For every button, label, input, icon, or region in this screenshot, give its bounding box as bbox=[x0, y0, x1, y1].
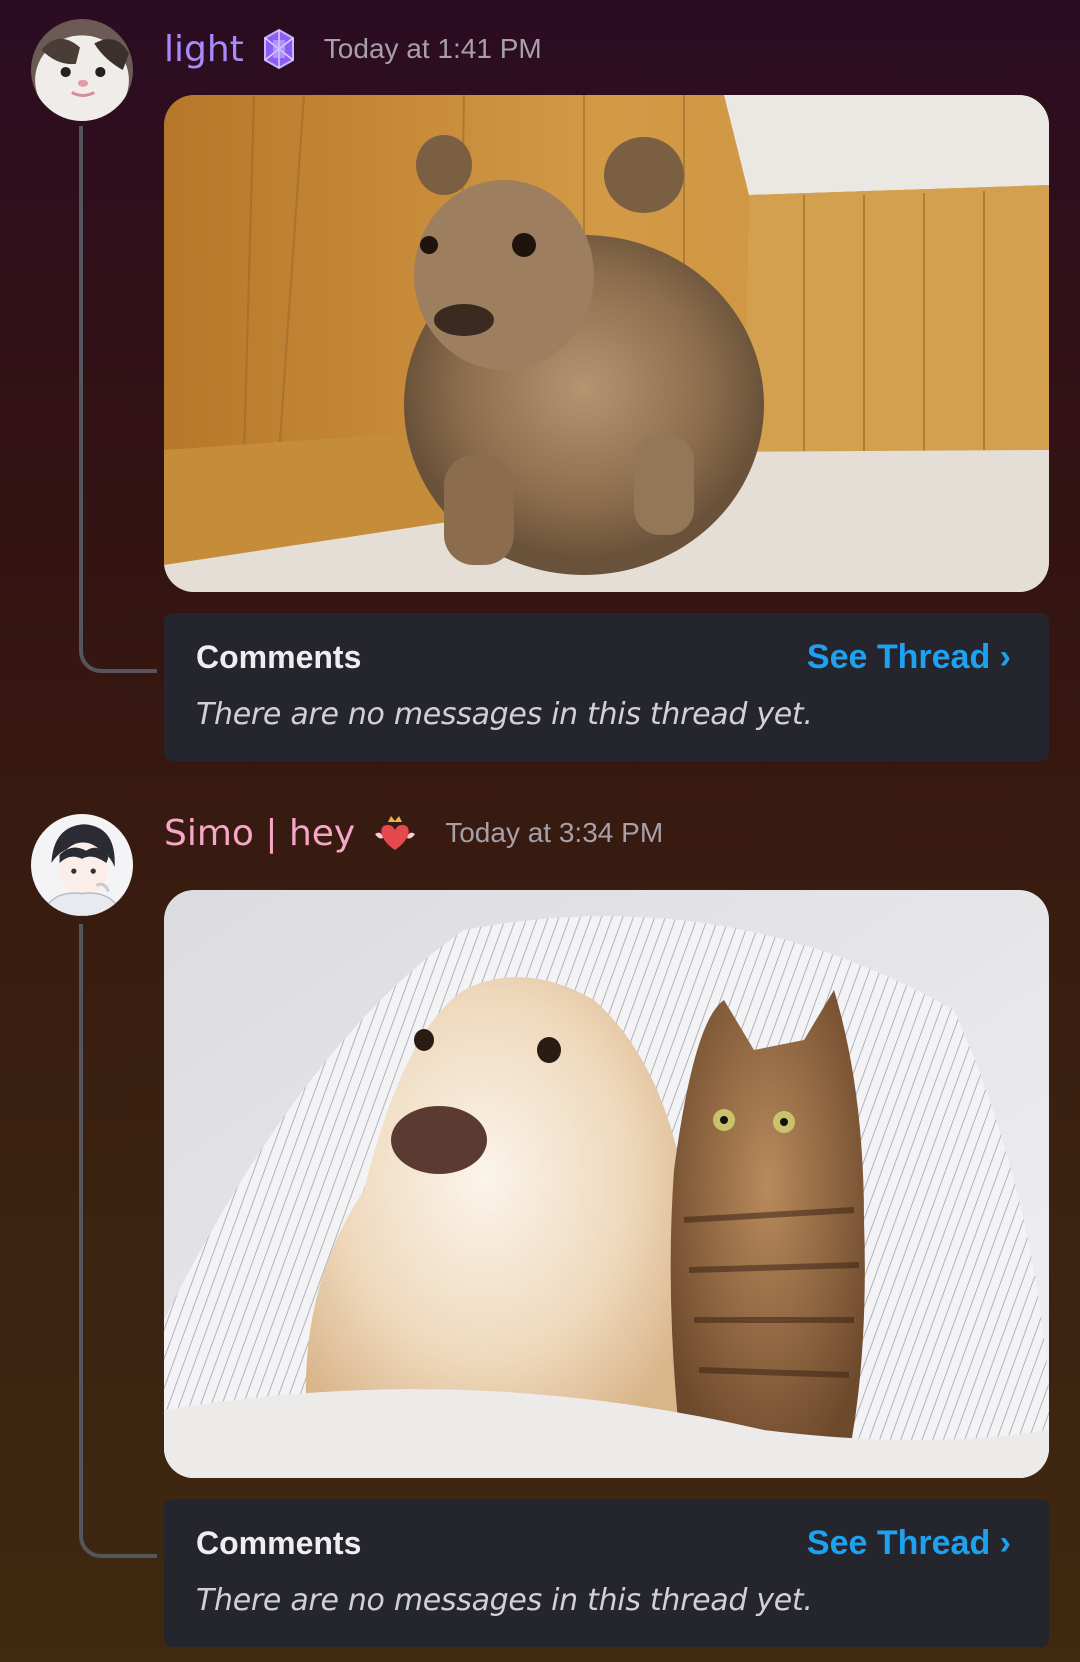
avatar[interactable] bbox=[31, 814, 133, 916]
thread-connector-line bbox=[79, 924, 157, 1558]
purple-gem-icon bbox=[262, 28, 296, 70]
comments-title: Comments bbox=[196, 639, 362, 675]
message-simo: Simo | hey Today at 3:34 PM Comments See… bbox=[0, 790, 1080, 1662]
crowned-heart-icon bbox=[373, 812, 417, 854]
username[interactable]: light bbox=[164, 29, 244, 70]
empty-thread-text: There are no messages in this thread yet… bbox=[196, 1583, 813, 1618]
message-header: light Today at 1:41 PM bbox=[164, 24, 542, 74]
see-thread-link[interactable]: See Thread › bbox=[807, 638, 1011, 677]
timestamp: Today at 1:41 PM bbox=[323, 33, 542, 64]
see-thread-link[interactable]: See Thread › bbox=[807, 1524, 1011, 1563]
dog-and-cat-under-blanket-photo[interactable] bbox=[164, 890, 1049, 1478]
timestamp: Today at 3:34 PM bbox=[445, 817, 664, 848]
message-header: Simo | hey Today at 3:34 PM bbox=[164, 806, 663, 860]
message-light: light Today at 1:41 PM Comments See Thre… bbox=[0, 0, 1080, 780]
avatar[interactable] bbox=[31, 19, 133, 121]
comments-card: Comments See Thread › There are no messa… bbox=[164, 1499, 1049, 1647]
empty-thread-text: There are no messages in this thread yet… bbox=[196, 697, 813, 732]
comments-card: Comments See Thread › There are no messa… bbox=[164, 613, 1049, 761]
lion-cub-photo[interactable] bbox=[164, 95, 1049, 592]
username[interactable]: Simo | hey bbox=[164, 813, 355, 854]
thread-connector-line bbox=[79, 126, 157, 673]
comments-title: Comments bbox=[196, 1525, 362, 1561]
